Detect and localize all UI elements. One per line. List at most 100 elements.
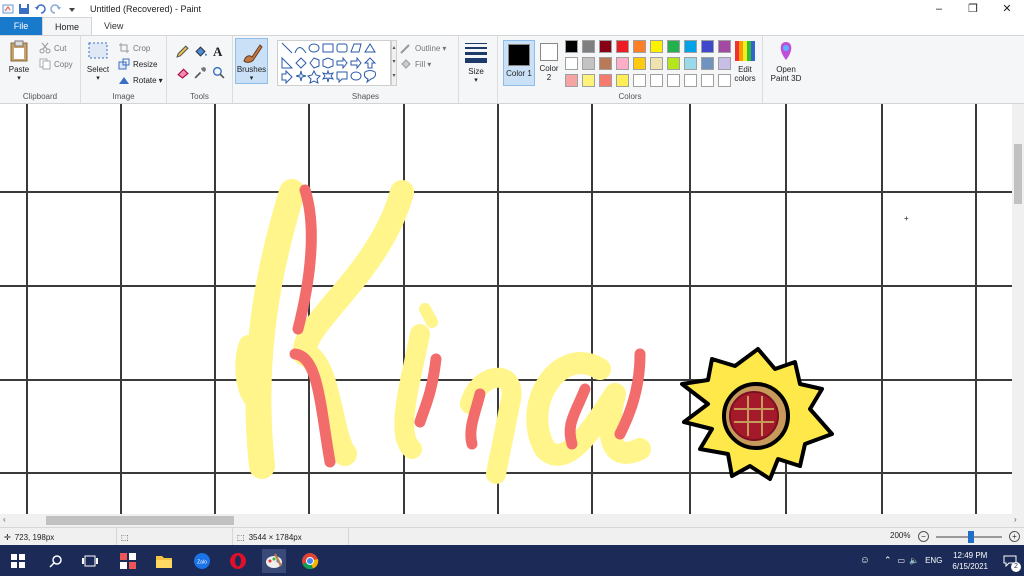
zoom-in-button[interactable]: + <box>1009 531 1020 542</box>
paste-button[interactable]: Paste ▾ <box>7 39 31 82</box>
paint-app-icon <box>2 4 14 13</box>
open-paint3d-button[interactable]: Open Paint 3D <box>767 40 805 83</box>
color-picker-icon[interactable] <box>194 66 207 79</box>
brushes-button[interactable]: Brushes ▾ <box>235 38 268 84</box>
ribbon: Paste ▾ Cut Copy Clipboard Select ▾ Crop… <box>0 35 1024 104</box>
vertical-scrollbar[interactable] <box>1012 104 1024 514</box>
clock[interactable]: 12:49 PM 6/15/2021 <box>952 550 988 572</box>
people-icon[interactable]: ☺ <box>860 555 870 566</box>
folder-icon <box>156 556 172 568</box>
palette-color-swatch[interactable] <box>684 40 697 53</box>
palette-color-swatch[interactable] <box>616 57 629 70</box>
undo-icon[interactable] <box>34 3 46 15</box>
size-button[interactable]: Size ▾ <box>464 41 488 84</box>
palette-color-swatch[interactable] <box>599 74 612 87</box>
cut-button[interactable]: Cut <box>39 41 66 55</box>
eraser-icon[interactable] <box>176 66 189 79</box>
palette-color-swatch[interactable] <box>718 40 731 53</box>
select-button[interactable]: Select ▾ <box>86 39 110 82</box>
outline-button[interactable]: Outline ▾ <box>400 41 446 55</box>
palette-color-swatch[interactable] <box>633 57 646 70</box>
palette-color-swatch[interactable] <box>582 40 595 53</box>
chrome-icon <box>302 553 319 570</box>
tab-file[interactable]: File <box>0 17 42 35</box>
palette-color-swatch[interactable] <box>667 74 680 87</box>
palette-color-swatch[interactable] <box>582 74 595 87</box>
crop-button[interactable]: Crop <box>118 41 150 55</box>
palette-color-swatch[interactable] <box>599 40 612 53</box>
resize-button[interactable]: Resize <box>118 57 157 71</box>
palette-color-swatch[interactable] <box>650 40 663 53</box>
palette-color-swatch[interactable] <box>616 74 629 87</box>
edit-colors-button[interactable]: Edit colors <box>733 40 757 83</box>
text-tool-icon[interactable]: A <box>213 44 222 60</box>
palette-color-swatch[interactable] <box>650 74 663 87</box>
tab-home[interactable]: Home <box>42 17 93 35</box>
scroll-left-icon[interactable]: ‹ <box>3 515 6 524</box>
save-icon[interactable] <box>18 3 30 15</box>
shapes-gallery-icons[interactable] <box>281 42 389 84</box>
rotate-button[interactable]: Rotate ▾ <box>118 73 163 87</box>
palette-color-swatch[interactable] <box>633 40 646 53</box>
fill-bucket-icon[interactable] <box>194 45 207 58</box>
palette-color-swatch[interactable] <box>633 74 646 87</box>
rotate-label: Rotate <box>133 75 157 85</box>
customize-toolbar-icon[interactable] <box>66 3 78 15</box>
task-view-button[interactable] <box>78 549 102 573</box>
pencil-icon[interactable] <box>176 45 189 58</box>
close-button[interactable]: ✕ <box>990 0 1024 17</box>
shapes-gallery-scroll[interactable]: ▴ ▾ ▾ <box>391 40 397 86</box>
tab-view[interactable]: View <box>92 17 135 35</box>
volume-icon[interactable]: 🔈 <box>909 556 919 565</box>
palette-color-swatch[interactable] <box>565 57 578 70</box>
taskbar-chrome[interactable] <box>298 549 322 573</box>
palette-color-swatch[interactable] <box>565 40 578 53</box>
start-button[interactable] <box>6 549 30 573</box>
search-button[interactable] <box>44 549 68 573</box>
zoom-out-button[interactable]: − <box>918 531 929 542</box>
palette-color-swatch[interactable] <box>701 57 714 70</box>
crop-label: Crop <box>133 43 151 53</box>
colors-group-label: Colors <box>618 92 642 101</box>
palette-color-swatch[interactable] <box>701 74 714 87</box>
drawing-canvas[interactable]: + <box>0 104 1012 514</box>
palette-color-swatch[interactable] <box>684 74 697 87</box>
horizontal-scroll-thumb[interactable] <box>46 516 234 525</box>
palette-color-swatch[interactable] <box>667 40 680 53</box>
redo-icon[interactable] <box>50 3 62 15</box>
battery-icon[interactable]: ▭ <box>898 556 906 565</box>
scroll-right-icon[interactable]: › <box>1014 515 1017 524</box>
palette-color-swatch[interactable] <box>616 40 629 53</box>
copy-button[interactable]: Copy <box>39 57 73 71</box>
taskbar-paint[interactable] <box>262 549 286 573</box>
fill-button[interactable]: Fill ▾ <box>400 57 431 71</box>
taskbar-zalo[interactable]: Zalo <box>190 549 214 573</box>
taskbar-opera[interactable] <box>226 549 250 573</box>
notification-button[interactable]: 2 <box>998 549 1022 573</box>
palette-color-swatch[interactable] <box>650 57 663 70</box>
palette-color-swatch[interactable] <box>667 57 680 70</box>
image-group: Select ▾ Crop Resize Rotate ▾ Image <box>81 36 167 103</box>
palette-color-swatch[interactable] <box>701 40 714 53</box>
color1-selector[interactable]: Color 1 <box>503 40 535 86</box>
cursor-crosshair: + <box>904 214 909 223</box>
palette-color-swatch[interactable] <box>565 74 578 87</box>
chevron-down-icon: ▾ <box>249 75 254 82</box>
paste-label: Paste <box>8 65 30 74</box>
chevron-up-icon[interactable]: ⌃ <box>884 555 892 566</box>
language-indicator[interactable]: ENG <box>925 556 942 565</box>
color2-selector[interactable]: Color 2 <box>537 40 561 82</box>
palette-color-swatch[interactable] <box>582 57 595 70</box>
maximize-button[interactable]: ❐ <box>956 0 990 17</box>
vertical-scroll-thumb[interactable] <box>1014 144 1022 204</box>
horizontal-scrollbar[interactable]: ‹ › <box>0 514 1024 527</box>
taskbar-file-explorer[interactable] <box>152 549 176 573</box>
taskbar-app-dashboard[interactable] <box>116 549 140 573</box>
color2-label: Color 2 <box>539 64 559 82</box>
zoom-slider-thumb[interactable] <box>968 531 974 543</box>
chevron-down-icon: ▾ <box>427 59 432 69</box>
palette-color-swatch[interactable] <box>599 57 612 70</box>
magnifier-icon[interactable] <box>212 66 225 79</box>
minimize-button[interactable]: – <box>922 0 956 17</box>
palette-color-swatch[interactable] <box>684 57 697 70</box>
